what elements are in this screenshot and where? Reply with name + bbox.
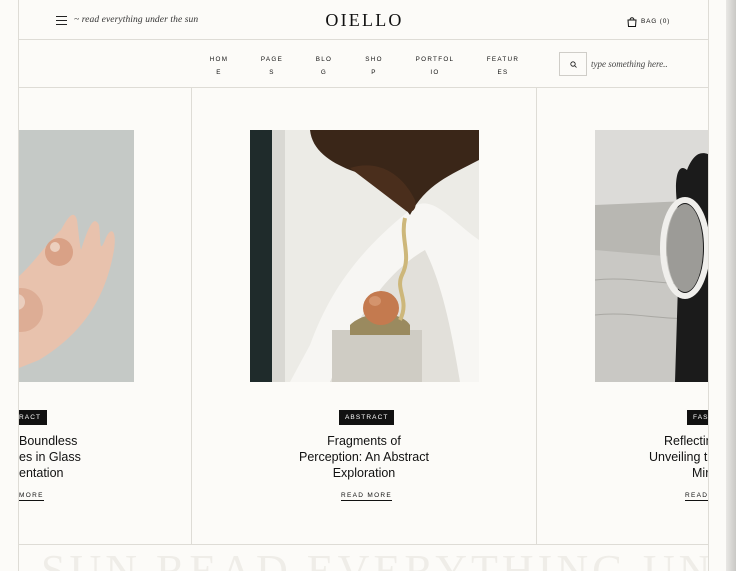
nav-item-label: BLO [315,56,333,63]
search-button[interactable] [559,52,587,76]
post-title-line: Reflectin [664,434,709,448]
beach-mirror-photo [595,130,708,382]
nav-item-label: FEATUR [486,56,520,63]
post-title-line: Exploration [332,466,396,480]
post-title[interactable]: Fragments of Perception: An Abstract Exp… [264,433,464,481]
site-logo[interactable]: OIELLO [19,10,708,31]
post-title-line: Boundless [19,434,78,448]
nav-item-label: HOM [209,56,229,63]
post-title-line: Unveiling t [649,450,708,464]
nav-item-label: SHO [365,56,383,63]
post-image[interactable] [595,130,708,382]
category-badge[interactable]: ABSTRACT [339,410,395,425]
post-image[interactable] [250,130,479,382]
window-edge [709,0,736,571]
nav-item-label: E [216,69,222,76]
nav-item-portfolio[interactable]: PORTFOL IO [413,53,457,79]
read-more-link[interactable]: MORE [19,492,44,501]
post-image[interactable] [19,130,134,382]
search-icon [569,60,577,68]
nav-item-label: G [320,69,328,76]
post-title-line: Fragments of [327,434,401,448]
category-badge[interactable]: FASH [687,410,708,425]
page-frame: ~ read everything under the sun OIELLO B… [18,0,709,571]
read-more-link[interactable]: READ [685,492,708,501]
post-title[interactable]: Boundless es in Glass entation [19,433,179,481]
shopping-bag-icon [627,17,637,27]
card-divider [191,88,192,545]
nav-item-label: PAGE [260,56,284,63]
nav-item-label: ES [497,69,509,76]
search-input[interactable] [591,56,701,72]
post-title-line: Mir [692,466,709,480]
post-carousel: RACT Boundless es in Glass entation MORE [19,88,709,545]
nav-item-label: PORTFOL [415,56,455,63]
nav-item-label: P [371,69,377,76]
card-divider [536,88,537,545]
nav-item-label: S [269,69,275,76]
bag-label: BAG (0) [641,18,671,25]
nav-item-home[interactable]: HOM E [205,53,233,79]
scrollbar[interactable] [726,0,736,571]
nav-item-pages[interactable]: PAGE S [257,53,287,79]
egg-sculpture-photo [250,130,479,382]
nav-item-shop[interactable]: SHO P [361,53,387,79]
nav-item-blog[interactable]: BLO G [311,53,337,79]
post-title[interactable]: Reflectin Unveiling t Mir [639,433,709,481]
bag-button[interactable]: BAG (0) [627,16,670,27]
marquee-text: SUN READ EVERYTHING UNDER [41,546,709,571]
nav-item-features[interactable]: FEATUR ES [482,53,524,79]
post-title-line: Perception: An Abstract [299,450,429,464]
top-bar: ~ read everything under the sun OIELLO B… [19,0,708,40]
post-title-line: es in Glass [19,450,81,464]
post-title-line: entation [19,466,64,480]
category-badge[interactable]: RACT [19,410,48,425]
main-nav: HOM E PAGE S BLO G SHO P PORTFOL IO FEAT… [19,40,708,88]
glass-orb-photo [19,130,134,382]
nav-item-label: IO [430,69,440,76]
read-more-link[interactable]: READ MORE [341,492,393,501]
